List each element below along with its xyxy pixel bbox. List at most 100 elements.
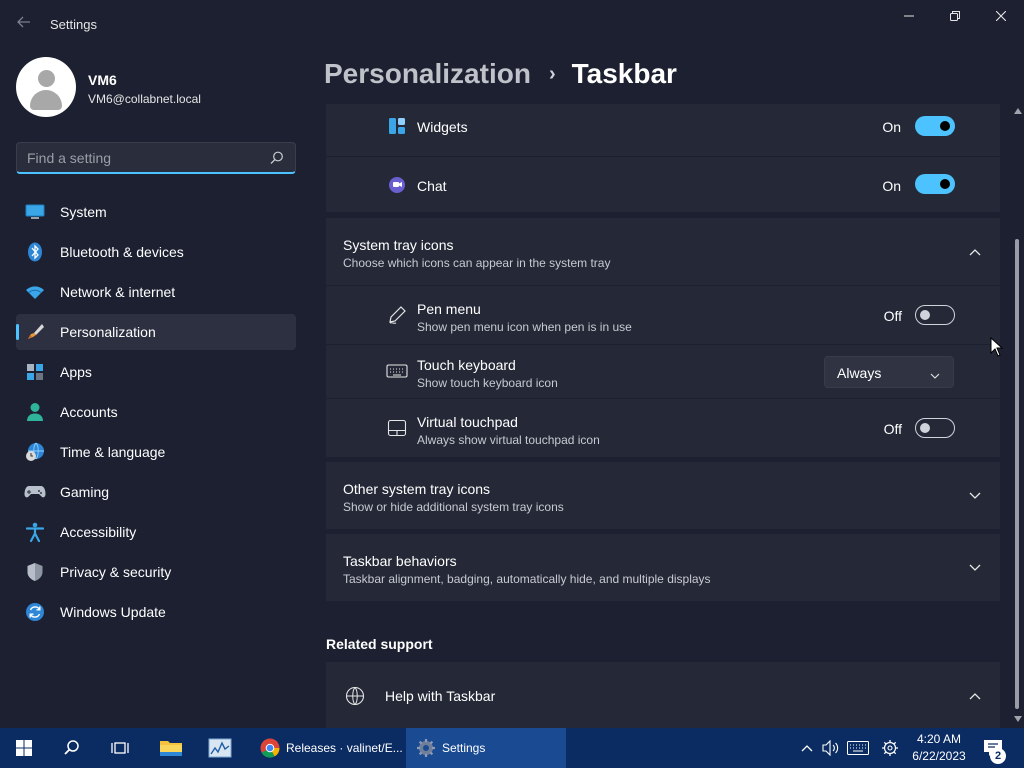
- system-tray-expander[interactable]: System tray icons Choose which icons can…: [326, 218, 1000, 285]
- taskbar-app-settings[interactable]: Settings: [406, 728, 566, 768]
- taskbar-app-chrome[interactable]: Releases · valinet/E...: [250, 728, 405, 768]
- file-explorer-button[interactable]: [150, 728, 192, 768]
- back-arrow-icon[interactable]: [14, 14, 34, 34]
- settings-window: Settings VM6 VM6@collabnet.local System: [0, 0, 1024, 728]
- settings-content: Widgets On Chat On System tray icons Cho…: [326, 104, 1000, 728]
- sidebar-item-system[interactable]: System: [16, 194, 296, 230]
- windows-logo-icon: [16, 740, 32, 756]
- help-with-taskbar-expander[interactable]: Help with Taskbar: [326, 662, 1000, 728]
- volume-button[interactable]: [820, 728, 842, 768]
- pen-menu-subtitle: Show pen menu icon when pen is in use: [417, 320, 632, 334]
- breadcrumb-separator: ›: [548, 62, 556, 85]
- sidebar-item-bluetooth[interactable]: Bluetooth & devices: [16, 234, 296, 270]
- pen-menu-toggle[interactable]: [915, 305, 955, 325]
- sidebar-item-time-language[interactable]: Time & language: [16, 434, 296, 470]
- widgets-icon: [386, 115, 408, 137]
- taskbar-app-label: Settings: [442, 741, 486, 755]
- settings-tray-button[interactable]: [878, 728, 902, 768]
- gamepad-icon: [24, 481, 46, 503]
- search-icon: [64, 740, 79, 755]
- chat-toggle[interactable]: [915, 174, 955, 194]
- content-scrollbar[interactable]: [1012, 104, 1022, 728]
- sidebar-item-label: Gaming: [60, 484, 110, 500]
- touch-keyboard-title: Touch keyboard: [417, 357, 516, 373]
- search-box[interactable]: [16, 142, 296, 174]
- sidebar-item-gaming[interactable]: Gaming: [16, 474, 296, 510]
- toggle-knob: [920, 423, 930, 433]
- sidebar-item-label: Accessibility: [60, 524, 137, 540]
- sidebar-item-label: Personalization: [60, 324, 156, 340]
- globe-clock-icon: [24, 441, 46, 463]
- task-view-button[interactable]: [100, 728, 140, 768]
- taskbar-behaviors-expander[interactable]: Taskbar behaviors Taskbar alignment, bad…: [326, 534, 1000, 601]
- avatar-head: [38, 70, 55, 87]
- search-icon[interactable]: [269, 150, 285, 166]
- os-taskbar: Releases · valinet/E... Settings 4:20 AM…: [0, 728, 1024, 768]
- sidebar-item-personalization[interactable]: Personalization: [16, 314, 296, 350]
- start-button[interactable]: [4, 728, 44, 768]
- pen-icon: [386, 304, 408, 326]
- chat-label: Chat: [417, 178, 447, 194]
- virtual-touchpad-title: Virtual touchpad: [417, 414, 518, 430]
- breadcrumb-parent[interactable]: Personalization: [324, 58, 531, 90]
- sidebar-item-privacy[interactable]: Privacy & security: [16, 554, 296, 590]
- clock-time: 4:20 AM: [916, 732, 962, 746]
- show-hidden-icons-button[interactable]: [796, 728, 818, 768]
- sidebar-item-label: Network & internet: [60, 284, 176, 300]
- task-view-icon: [111, 742, 129, 754]
- help-taskbar-title: Help with Taskbar: [385, 688, 496, 704]
- row-divider: [326, 156, 1000, 157]
- sidebar-item-network[interactable]: Network & internet: [16, 274, 296, 310]
- system-tray-subtitle: Choose which icons can appear in the sys…: [343, 256, 611, 270]
- restore-button[interactable]: [932, 0, 978, 32]
- touch-keyboard-dropdown[interactable]: Always: [824, 356, 954, 388]
- person-icon: [24, 401, 46, 423]
- pen-menu-title: Pen menu: [417, 301, 481, 317]
- resource-monitor-icon: [208, 738, 232, 758]
- scroll-thumb[interactable]: [1015, 239, 1019, 709]
- chevron-up-icon: [801, 745, 813, 752]
- chevron-down-icon[interactable]: [967, 560, 983, 576]
- keyboard-icon: [386, 360, 408, 382]
- sidebar-item-accessibility[interactable]: Accessibility: [16, 514, 296, 550]
- system-tray-title: System tray icons: [343, 237, 454, 253]
- wifi-icon: [24, 281, 46, 303]
- globe-icon: [344, 685, 366, 707]
- touchpad-icon: [386, 417, 408, 439]
- sidebar-item-windows-update[interactable]: Windows Update: [16, 594, 296, 630]
- virtual-touchpad-toggle[interactable]: [915, 418, 955, 438]
- brush-icon: [24, 321, 46, 343]
- avatar[interactable]: [16, 57, 76, 117]
- chevron-up-icon[interactable]: [967, 244, 983, 260]
- pen-menu-row: Pen menu Show pen menu icon when pen is …: [326, 286, 1000, 344]
- search-input[interactable]: [27, 149, 257, 167]
- close-button[interactable]: [978, 0, 1024, 32]
- clock-date: 6/22/2023: [912, 749, 966, 763]
- other-tray-subtitle: Show or hide additional system tray icon…: [343, 500, 564, 514]
- keyboard-icon: [847, 741, 869, 755]
- scroll-down-arrow-icon[interactable]: [1014, 716, 1022, 722]
- chevron-up-icon[interactable]: [967, 688, 983, 704]
- sidebar-item-label: Windows Update: [60, 604, 166, 620]
- chat-icon: [386, 174, 408, 196]
- other-tray-expander[interactable]: Other system tray icons Show or hide add…: [326, 462, 1000, 529]
- widgets-state: On: [882, 119, 901, 135]
- sidebar-item-apps[interactable]: Apps: [16, 354, 296, 390]
- chevron-down-icon[interactable]: [967, 488, 983, 504]
- shield-icon: [24, 561, 46, 583]
- touch-keyboard-tray-button[interactable]: [845, 728, 871, 768]
- sidebar-item-accounts[interactable]: Accounts: [16, 394, 296, 430]
- virtual-touchpad-row: Virtual touchpad Always show virtual tou…: [326, 399, 1000, 457]
- widgets-toggle[interactable]: [915, 116, 955, 136]
- accessibility-icon: [24, 521, 46, 543]
- taskbar-clock[interactable]: 4:20 AM 6/22/2023: [906, 731, 972, 765]
- scroll-up-arrow-icon[interactable]: [1014, 108, 1022, 114]
- sidebar-item-label: Apps: [60, 364, 92, 380]
- monitor-app-button[interactable]: [198, 728, 242, 768]
- settings-gear-icon: [417, 739, 435, 757]
- minimize-button[interactable]: [886, 0, 932, 32]
- behaviors-title: Taskbar behaviors: [343, 553, 457, 569]
- search-taskbar-button[interactable]: [52, 728, 92, 768]
- avatar-body: [30, 90, 62, 110]
- touch-keyboard-subtitle: Show touch keyboard icon: [417, 376, 558, 390]
